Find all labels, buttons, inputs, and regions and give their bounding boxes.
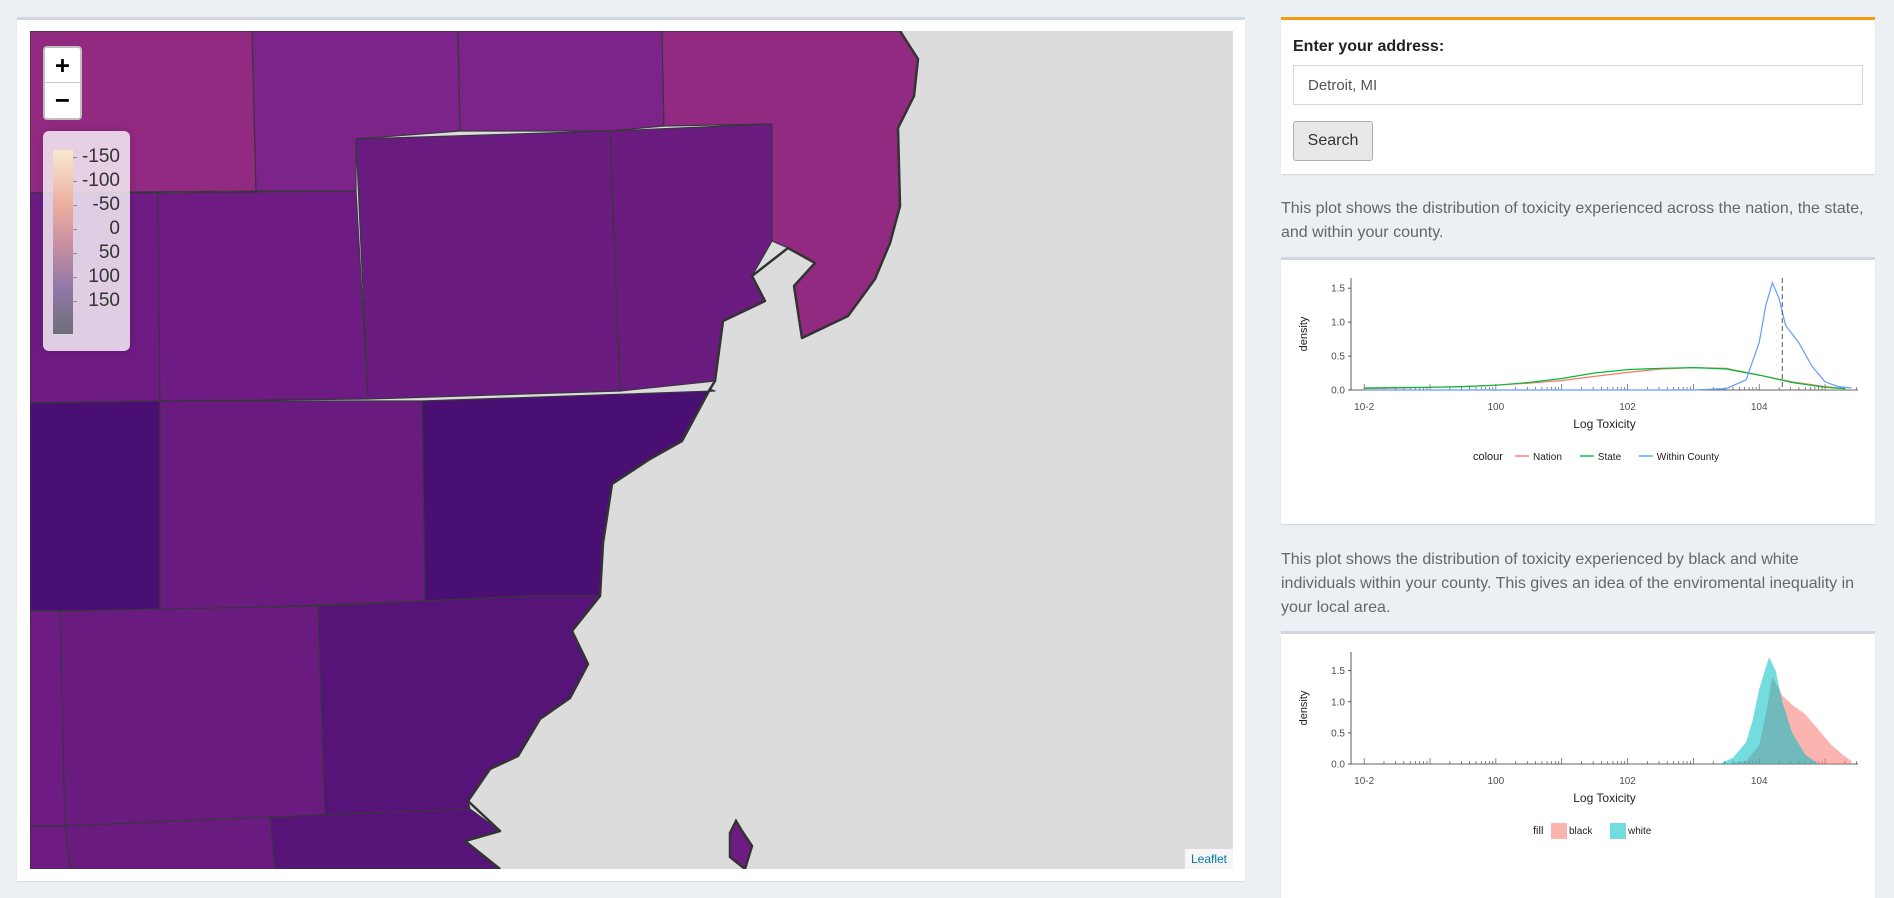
address-label: Enter your address: [1293, 38, 1445, 55]
legend-tick [73, 205, 77, 206]
legend-tick [73, 181, 77, 182]
county-region-5 [355, 130, 621, 400]
lake-island [728, 818, 754, 869]
county-region-16 [64, 816, 276, 869]
x-tick-label: 104 [1751, 402, 1768, 413]
map-panel: + − -150 -100 -50 0 50 100 150 Leaflet [17, 17, 1245, 881]
x-tick-label: 104 [1751, 776, 1768, 787]
search-button[interactable]: Search [1293, 121, 1373, 161]
legend-label: white [1627, 826, 1652, 837]
county-region-11 [421, 388, 716, 602]
legend-title: fill [1533, 825, 1543, 837]
legend-label: 0 [109, 218, 120, 239]
legend-label: black [1569, 826, 1593, 837]
legend-tick [73, 157, 77, 158]
legend-label: Within County [1657, 452, 1719, 463]
county-region-3 [457, 31, 665, 132]
x-axis-title: Log Toxicity [1573, 791, 1635, 805]
zoom-control: + − [43, 46, 82, 120]
x-tick-label: 10-2 [1354, 402, 1374, 413]
map-counties[interactable] [30, 31, 1233, 869]
legend-label: 100 [88, 266, 120, 287]
series-line-state [1364, 366, 1845, 390]
county-region-17 [269, 808, 501, 869]
county-region-8 [157, 190, 369, 402]
map-legend: -150 -100 -50 0 50 100 150 [43, 131, 130, 351]
legend-label: -100 [81, 170, 120, 191]
zoom-out-button[interactable]: − [45, 83, 80, 117]
plot1-description: This plot shows the distribution of toxi… [1281, 200, 1864, 241]
x-tick-label: 100 [1488, 776, 1505, 787]
legend-label: 50 [98, 242, 120, 263]
y-tick-label: 1.0 [1331, 697, 1345, 708]
legend-colorbar [53, 150, 73, 334]
county-region-10 [159, 400, 426, 612]
y-tick-label: 0.0 [1331, 386, 1345, 397]
legend-label: -50 [92, 194, 120, 215]
y-tick-label: 0.5 [1331, 728, 1345, 739]
y-tick-label: 1.5 [1331, 666, 1345, 677]
toxicity-density-plot: 0.0 0.5 1.0 1.5 10-2 100 102 104 Log Toxicity den… [1281, 257, 1875, 524]
y-tick-label: 0.0 [1331, 760, 1345, 771]
legend-tick [73, 301, 77, 302]
legend-tick [73, 229, 77, 230]
density-chart-svg: 0.0 0.5 1.0 1.5 10-2 100 102 104 Log Toxicity den… [1298, 278, 1858, 463]
legend-label: -150 [81, 146, 120, 167]
y-axis-title: density [1298, 316, 1310, 351]
legend-label: State [1598, 452, 1622, 463]
plot2-description: This plot shows the distribution of toxi… [1281, 551, 1855, 616]
race-density-chart-svg: 0.0 0.5 1.0 1.5 10-2 100 102 104 Log Toxicity den… [1298, 652, 1858, 839]
x-tick-label: 100 [1488, 402, 1505, 413]
race-toxicity-plot: 0.0 0.5 1.0 1.5 10-2 100 102 104 Log Toxicity den… [1281, 631, 1875, 898]
x-tick-label: 102 [1619, 776, 1636, 787]
county-region-13 [59, 605, 326, 827]
y-tick-label: 1.0 [1331, 318, 1345, 329]
legend-title: colour [1473, 451, 1503, 463]
county-region-6 [609, 123, 773, 392]
leaflet-attribution[interactable]: Leaflet [1184, 849, 1233, 869]
county-region-9 [30, 400, 161, 612]
county-region-12 [30, 610, 66, 827]
legend-key [1551, 823, 1567, 839]
choropleth-map[interactable]: + − -150 -100 -50 0 50 100 150 Leaflet [30, 31, 1233, 869]
county-region-15 [30, 825, 71, 869]
y-tick-label: 0.5 [1331, 352, 1345, 363]
legend-tick [73, 253, 77, 254]
x-axis-title: Log Toxicity [1573, 417, 1635, 431]
x-tick-label: 102 [1619, 402, 1636, 413]
legend-label: 150 [88, 290, 120, 311]
y-tick-label: 1.5 [1331, 284, 1345, 295]
address-input[interactable] [1293, 65, 1863, 105]
zoom-in-button[interactable]: + [45, 48, 80, 83]
legend-label: Nation [1533, 452, 1562, 463]
legend-tick [73, 277, 77, 278]
x-tick-label: 10-2 [1354, 776, 1374, 787]
series-line-within-county [1364, 281, 1852, 391]
y-axis-title: density [1298, 690, 1310, 725]
address-box: Enter your address: Search [1281, 17, 1875, 174]
legend-key [1610, 823, 1626, 839]
